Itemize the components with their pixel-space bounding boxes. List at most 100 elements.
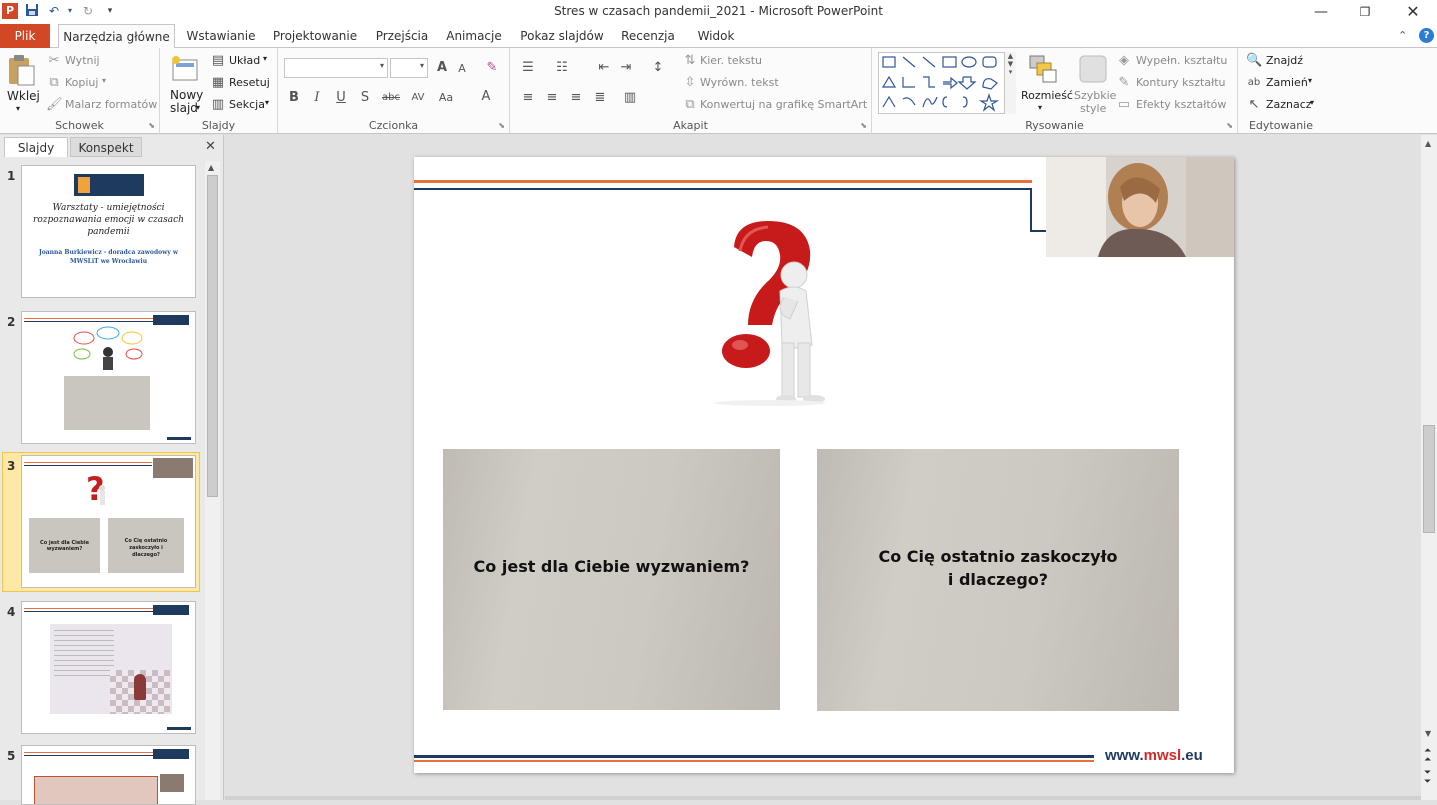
numbering-icon[interactable]: ☷ bbox=[554, 60, 570, 76]
increase-indent-icon[interactable]: ⇥ bbox=[618, 60, 634, 76]
tab-file[interactable]: Plik bbox=[0, 24, 50, 48]
align-center-icon[interactable]: ≡ bbox=[544, 90, 560, 106]
header-navy-stripe-vertical bbox=[1030, 188, 1032, 232]
change-case-icon[interactable]: Aa bbox=[436, 90, 456, 106]
collapse-ribbon-icon[interactable]: ⌃ bbox=[1398, 29, 1407, 42]
help-icon[interactable]: ? bbox=[1419, 28, 1434, 43]
format-painter-button[interactable]: Malarz formatów bbox=[65, 98, 157, 111]
new-slide-dropdown-icon[interactable]: ▾ bbox=[196, 103, 200, 112]
dialog-launcher-icon[interactable]: ⬊ bbox=[860, 121, 867, 130]
dialog-launcher-icon[interactable]: ⬊ bbox=[1226, 121, 1233, 130]
font-family-combo[interactable]: ▾ bbox=[284, 58, 388, 78]
shape-outline-button[interactable]: Kontury kształtu bbox=[1136, 76, 1226, 89]
italic-icon[interactable]: I bbox=[309, 90, 325, 106]
find-button[interactable]: Znajdź bbox=[1266, 54, 1303, 67]
paste-button[interactable]: Wklej bbox=[7, 89, 40, 103]
replace-dropdown-icon[interactable]: ▾ bbox=[1308, 76, 1312, 85]
tab-insert[interactable]: Wstawianie bbox=[182, 24, 260, 48]
shape-effects-button[interactable]: Efekty kształtów bbox=[1136, 98, 1226, 111]
restore-button[interactable]: ❐ bbox=[1342, 0, 1388, 24]
arrange-icon[interactable] bbox=[1028, 54, 1060, 86]
slide-thumbnail-2[interactable] bbox=[21, 311, 196, 444]
scroll-down-icon[interactable]: ▼ bbox=[1425, 729, 1431, 738]
smartart-button[interactable]: Konwertuj na grafikę SmartArt bbox=[700, 98, 867, 111]
dialog-launcher-icon[interactable]: ⬊ bbox=[148, 121, 155, 130]
scroll-up-icon[interactable]: ▲ bbox=[208, 163, 214, 172]
close-pane-icon[interactable]: ✕ bbox=[205, 139, 216, 154]
slide-thumbnail-1[interactable]: Warsztaty - umiejętności rozpoznawania e… bbox=[21, 165, 196, 298]
tab-design[interactable]: Projektowanie bbox=[270, 24, 360, 48]
select-dropdown-icon[interactable]: ▾ bbox=[1310, 98, 1314, 107]
select-icon: ↖ bbox=[1248, 97, 1260, 112]
quick-styles-label[interactable]: Szybkie bbox=[1074, 89, 1116, 102]
next-slide-icon[interactable]: ⏷ ⏷ bbox=[1424, 769, 1431, 787]
font-color-icon[interactable]: A bbox=[478, 89, 494, 105]
tab-animations[interactable]: Animacje bbox=[444, 24, 504, 48]
slide-scrollbar[interactable]: ▲ ▼ ⏶ ⏶ ⏷ ⏷ bbox=[1421, 135, 1437, 800]
new-slide-label[interactable]: Nowy bbox=[170, 88, 203, 102]
scroll-thumb[interactable] bbox=[207, 175, 218, 497]
section-dropdown-icon[interactable]: ▾ bbox=[265, 98, 269, 107]
char-spacing-icon[interactable]: AV bbox=[408, 90, 428, 106]
replace-button[interactable]: Zamień bbox=[1266, 76, 1308, 89]
cut-button[interactable]: Wytnij bbox=[65, 54, 100, 67]
grow-font-icon[interactable]: A bbox=[434, 60, 450, 76]
slide-thumbnail-5[interactable] bbox=[21, 745, 196, 805]
shrink-font-icon[interactable]: A bbox=[454, 61, 470, 77]
header-navy-stripe-end bbox=[1030, 230, 1046, 232]
notes-splitter[interactable] bbox=[225, 796, 1421, 800]
previous-slide-icon[interactable]: ⏶ ⏶ bbox=[1424, 747, 1431, 765]
bold-icon[interactable]: B bbox=[286, 90, 302, 106]
slide-thumbnail-3[interactable]: ? Co jest dla Ciebie wyzwaniem? Co Cię o… bbox=[21, 455, 196, 588]
quick-styles-icon[interactable] bbox=[1078, 54, 1110, 86]
quick-styles-label-2[interactable]: style bbox=[1080, 102, 1106, 115]
arrange-dropdown-icon[interactable]: ▾ bbox=[1038, 103, 1042, 112]
shadow-icon[interactable]: S bbox=[357, 90, 373, 106]
reset-button[interactable]: Resetuj bbox=[229, 76, 270, 89]
text-direction-button[interactable]: Kier. tekstu bbox=[700, 54, 762, 67]
thumbnails-scrollbar[interactable]: ▲ bbox=[205, 161, 220, 800]
font-size-combo[interactable]: ▾ bbox=[390, 58, 428, 78]
gallery-scroll[interactable]: ▲ ▼ ▾ bbox=[1004, 52, 1016, 114]
webcam-video[interactable] bbox=[1046, 157, 1234, 257]
new-slide-icon[interactable] bbox=[170, 54, 202, 86]
select-button[interactable]: Zaznacz bbox=[1266, 98, 1312, 111]
new-slide-label-2[interactable]: slajd bbox=[170, 101, 198, 115]
scroll-up-icon[interactable]: ▲ bbox=[1425, 139, 1431, 148]
close-button[interactable]: ✕ bbox=[1390, 0, 1436, 24]
tab-view[interactable]: Widok bbox=[690, 24, 742, 48]
strikethrough-icon[interactable]: abc bbox=[380, 90, 402, 106]
shape-fill-button[interactable]: Wypełn. kształtu bbox=[1136, 54, 1227, 67]
line-spacing-icon[interactable]: ↕ bbox=[650, 60, 666, 76]
tab-transitions[interactable]: Przejścia bbox=[372, 24, 432, 48]
tab-home[interactable]: Narzędzia główne bbox=[58, 24, 175, 49]
bullets-icon[interactable]: ☰ bbox=[520, 60, 536, 76]
paste-dropdown-icon[interactable]: ▾ bbox=[16, 104, 20, 113]
tab-slideshow[interactable]: Pokaz slajdów bbox=[518, 24, 606, 48]
section-button[interactable]: Sekcja bbox=[229, 98, 265, 111]
thumb-number: 5 bbox=[7, 749, 16, 763]
copy-dropdown-icon[interactable]: ▾ bbox=[102, 76, 106, 85]
underline-icon[interactable]: U bbox=[333, 90, 349, 106]
justify-icon[interactable]: ≣ bbox=[592, 90, 608, 106]
scroll-thumb[interactable] bbox=[1423, 425, 1435, 533]
layout-button[interactable]: Układ bbox=[229, 54, 260, 67]
tab-slides[interactable]: Slajdy bbox=[4, 137, 68, 157]
paste-icon[interactable] bbox=[6, 54, 38, 86]
current-slide[interactable]: Co jest dla Ciebie wyzwaniem? Co Cię ost… bbox=[414, 157, 1234, 773]
align-right-icon[interactable]: ≡ bbox=[568, 90, 584, 106]
minimize-button[interactable]: — bbox=[1298, 0, 1344, 24]
align-left-icon[interactable]: ≡ bbox=[520, 90, 536, 106]
tab-outline[interactable]: Konspekt bbox=[70, 137, 142, 157]
dialog-launcher-icon[interactable]: ⬊ bbox=[498, 121, 505, 130]
decrease-indent-icon[interactable]: ⇤ bbox=[596, 60, 612, 76]
tab-review[interactable]: Recenzja bbox=[618, 24, 678, 48]
align-text-button[interactable]: Wyrówn. tekst bbox=[700, 76, 779, 89]
columns-icon[interactable]: ▥ bbox=[622, 90, 638, 106]
layout-dropdown-icon[interactable]: ▾ bbox=[263, 54, 267, 63]
slide-thumbnail-4[interactable] bbox=[21, 601, 196, 734]
copy-button[interactable]: Kopiuj bbox=[65, 76, 98, 89]
arrange-button[interactable]: Rozmieść bbox=[1021, 89, 1073, 102]
clear-format-icon[interactable]: ✎ bbox=[484, 60, 500, 76]
shapes-gallery[interactable] bbox=[878, 52, 1016, 114]
